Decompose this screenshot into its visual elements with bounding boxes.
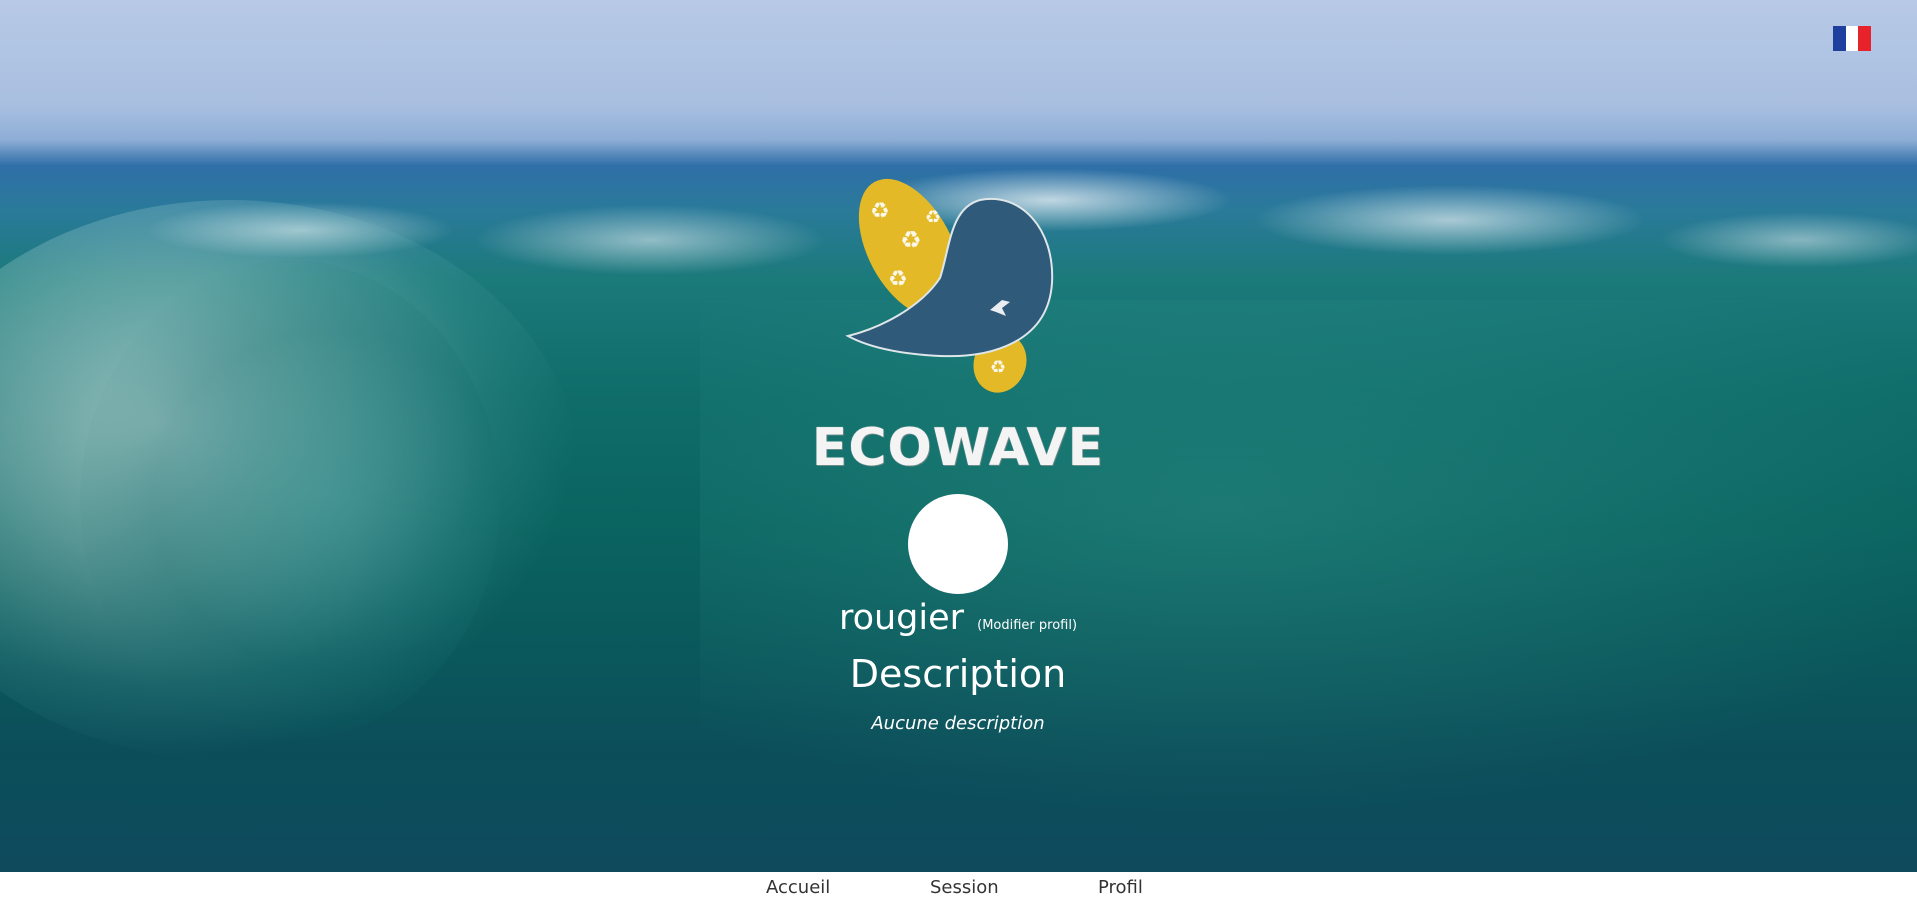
edit-profile-link[interactable]: (Modifier profil) — [977, 618, 1077, 633]
wave-curl-inner — [80, 260, 500, 740]
avatar — [908, 494, 1008, 594]
username: rougier — [838, 598, 965, 638]
username-row: rougier (Modifier profil) — [700, 598, 1216, 638]
svg-text:♻: ♻ — [990, 357, 1006, 378]
bottom-nav: Accueil Session Profil — [0, 872, 1917, 902]
svg-text:♻: ♻ — [900, 226, 922, 254]
brand-title: ECOWAVE — [811, 418, 1105, 478]
nav-item-session[interactable]: Session — [930, 877, 999, 898]
svg-text:♻: ♻ — [888, 267, 908, 292]
french-flag-icon[interactable] — [1833, 26, 1872, 51]
ecowave-logo-icon: ♻ ♻ ♻ ♻ ♻ — [845, 178, 1054, 393]
svg-text:♻: ♻ — [925, 207, 941, 228]
hero-wave-background: ♻ ♻ ♻ ♻ ♻ ECOWAVE rougier (Modifier prof… — [0, 0, 1917, 872]
description-heading: Description — [849, 652, 1067, 696]
svg-text:♻: ♻ — [870, 199, 890, 224]
description-text: Aucune description — [871, 713, 1045, 734]
nav-item-profil[interactable]: Profil — [1098, 877, 1143, 898]
nav-item-accueil[interactable]: Accueil — [766, 877, 830, 898]
